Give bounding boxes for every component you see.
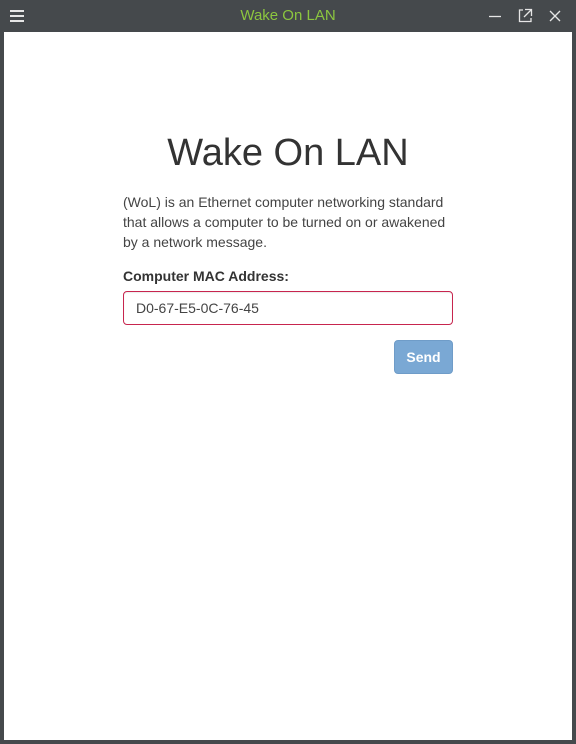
popout-icon xyxy=(518,8,533,23)
mac-address-input[interactable] xyxy=(123,291,453,325)
minimize-icon xyxy=(489,15,501,18)
close-button[interactable] xyxy=(544,5,566,27)
hamburger-icon[interactable] xyxy=(10,10,24,22)
mac-address-label: Computer MAC Address: xyxy=(123,268,289,284)
description-text: (WoL) is an Ethernet computer networking… xyxy=(123,194,446,250)
title-bar: Wake On LAN xyxy=(0,0,576,32)
send-button[interactable]: Send xyxy=(394,340,453,374)
close-icon xyxy=(549,10,561,22)
popout-button[interactable] xyxy=(514,5,536,27)
minimize-button[interactable] xyxy=(484,5,506,27)
page-title: Wake On LAN xyxy=(167,132,409,174)
app-window: Wake On LAN Wake On LAN (WoL) is an Ethe… xyxy=(0,0,576,744)
main-content: Wake On LAN (WoL) is an Ethernet compute… xyxy=(4,32,572,740)
